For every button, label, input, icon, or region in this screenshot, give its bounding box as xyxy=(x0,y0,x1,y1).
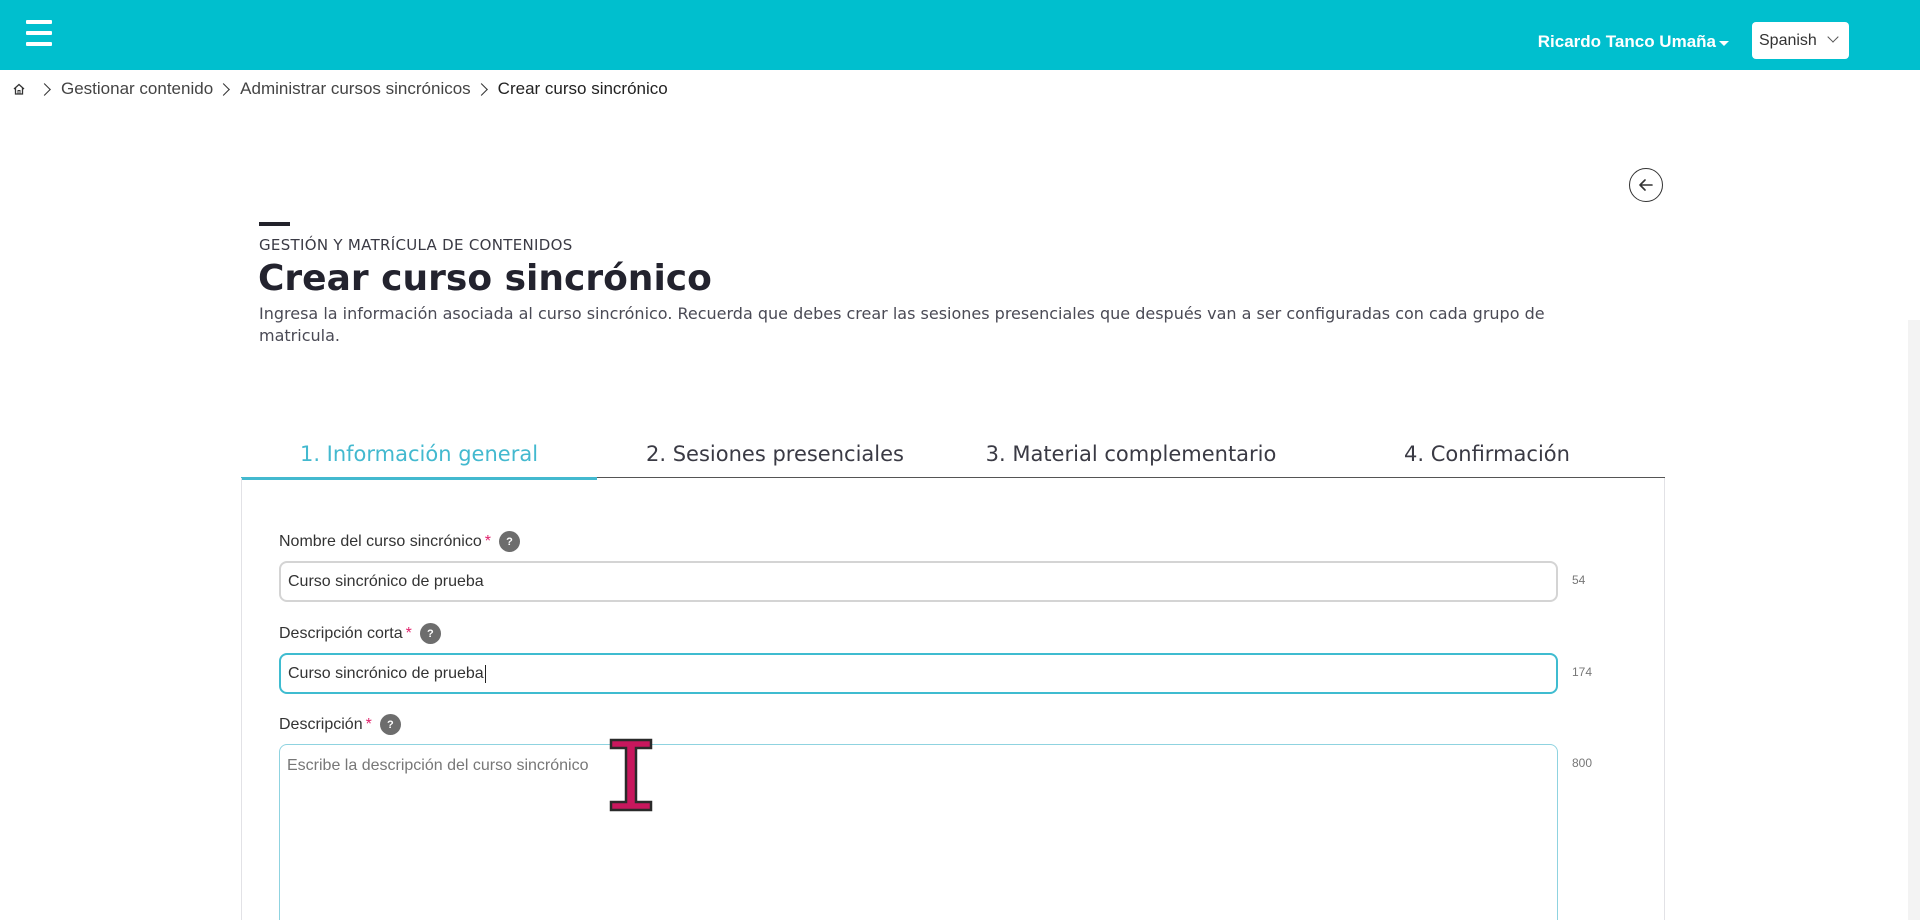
tab-label: 2. Sesiones presenciales xyxy=(646,442,904,466)
tab-confirmacion[interactable]: 4. Confirmación xyxy=(1309,430,1665,478)
required-mark: * xyxy=(484,532,491,550)
required-mark: * xyxy=(405,624,412,642)
top-bar: Ricardo Tanco Umaña Spanish xyxy=(0,0,1920,70)
scrollbar-track[interactable] xyxy=(1908,320,1920,920)
description-label-text: Descripción xyxy=(279,715,363,733)
breadcrumb-link-gestionar[interactable]: Gestionar contenido xyxy=(61,79,213,99)
language-value: Spanish xyxy=(1759,31,1817,49)
tab-sesiones-presenciales[interactable]: 2. Sesiones presenciales xyxy=(597,430,953,478)
tab-informacion-general[interactable]: 1. Información general xyxy=(241,430,597,480)
breadcrumb: Gestionar contenido Administrar cursos s… xyxy=(12,78,668,100)
short-description-value: Curso sincrónico de prueba xyxy=(288,664,484,682)
tab-material-complementario[interactable]: 3. Material complementario xyxy=(953,430,1309,478)
chevron-right-icon xyxy=(38,82,51,96)
home-icon[interactable] xyxy=(12,82,26,96)
help-icon[interactable]: ? xyxy=(498,531,520,552)
course-name-label: Nombre del curso sincrónico * ? xyxy=(279,531,520,552)
user-name: Ricardo Tanco Umaña xyxy=(1537,32,1716,51)
short-description-input[interactable]: Curso sincrónico de prueba xyxy=(279,653,1558,694)
tab-label: 1. Información general xyxy=(299,442,539,466)
tab-label: 4. Confirmación xyxy=(1404,442,1570,466)
description-textarea[interactable]: Escribe la descripción del curso sincrón… xyxy=(279,744,1558,920)
chevron-right-icon xyxy=(217,82,231,96)
course-name-input[interactable]: Curso sincrónico de prueba xyxy=(279,561,1558,602)
breadcrumb-link-administrar[interactable]: Administrar cursos sincrónicos xyxy=(240,79,471,99)
course-name-value: Curso sincrónico de prueba xyxy=(288,572,484,590)
language-select[interactable]: Spanish xyxy=(1752,22,1849,59)
required-mark: * xyxy=(365,715,372,733)
hamburger-menu-icon[interactable] xyxy=(26,20,52,46)
description-label: Descripción * ? xyxy=(279,714,401,735)
help-icon[interactable]: ? xyxy=(379,714,401,735)
short-description-counter: 174 xyxy=(1572,665,1593,679)
text-caret xyxy=(484,664,486,683)
help-icon[interactable]: ? xyxy=(419,623,441,644)
description-placeholder: Escribe la descripción del curso sincrón… xyxy=(287,757,589,774)
chevron-right-icon xyxy=(474,82,488,96)
step-tabs: 1. Información general 2. Sesiones prese… xyxy=(241,430,1665,480)
breadcrumb-current: Crear curso sincrónico xyxy=(497,79,668,98)
description-counter: 800 xyxy=(1572,756,1593,770)
short-description-label: Descripción corta * ? xyxy=(279,623,441,644)
title-accent-bar xyxy=(259,222,290,226)
caret-down-icon xyxy=(1719,40,1729,46)
course-name-label-text: Nombre del curso sincrónico xyxy=(279,532,482,550)
tab-label: 3. Material complementario xyxy=(985,442,1277,466)
back-button[interactable] xyxy=(1629,168,1663,202)
page-title: Crear curso sincrónico xyxy=(258,258,712,299)
chevron-down-icon xyxy=(1827,31,1839,43)
course-name-counter: 54 xyxy=(1572,573,1586,587)
page-description: Ingresa la información asociada al curso… xyxy=(259,304,1545,345)
user-menu[interactable]: Ricardo Tanco Umaña xyxy=(1538,32,1729,52)
arrow-left-icon xyxy=(1639,179,1653,191)
section-label: GESTIÓN Y MATRÍCULA DE CONTENIDOS xyxy=(259,236,573,254)
short-description-label-text: Descripción corta xyxy=(279,624,403,642)
